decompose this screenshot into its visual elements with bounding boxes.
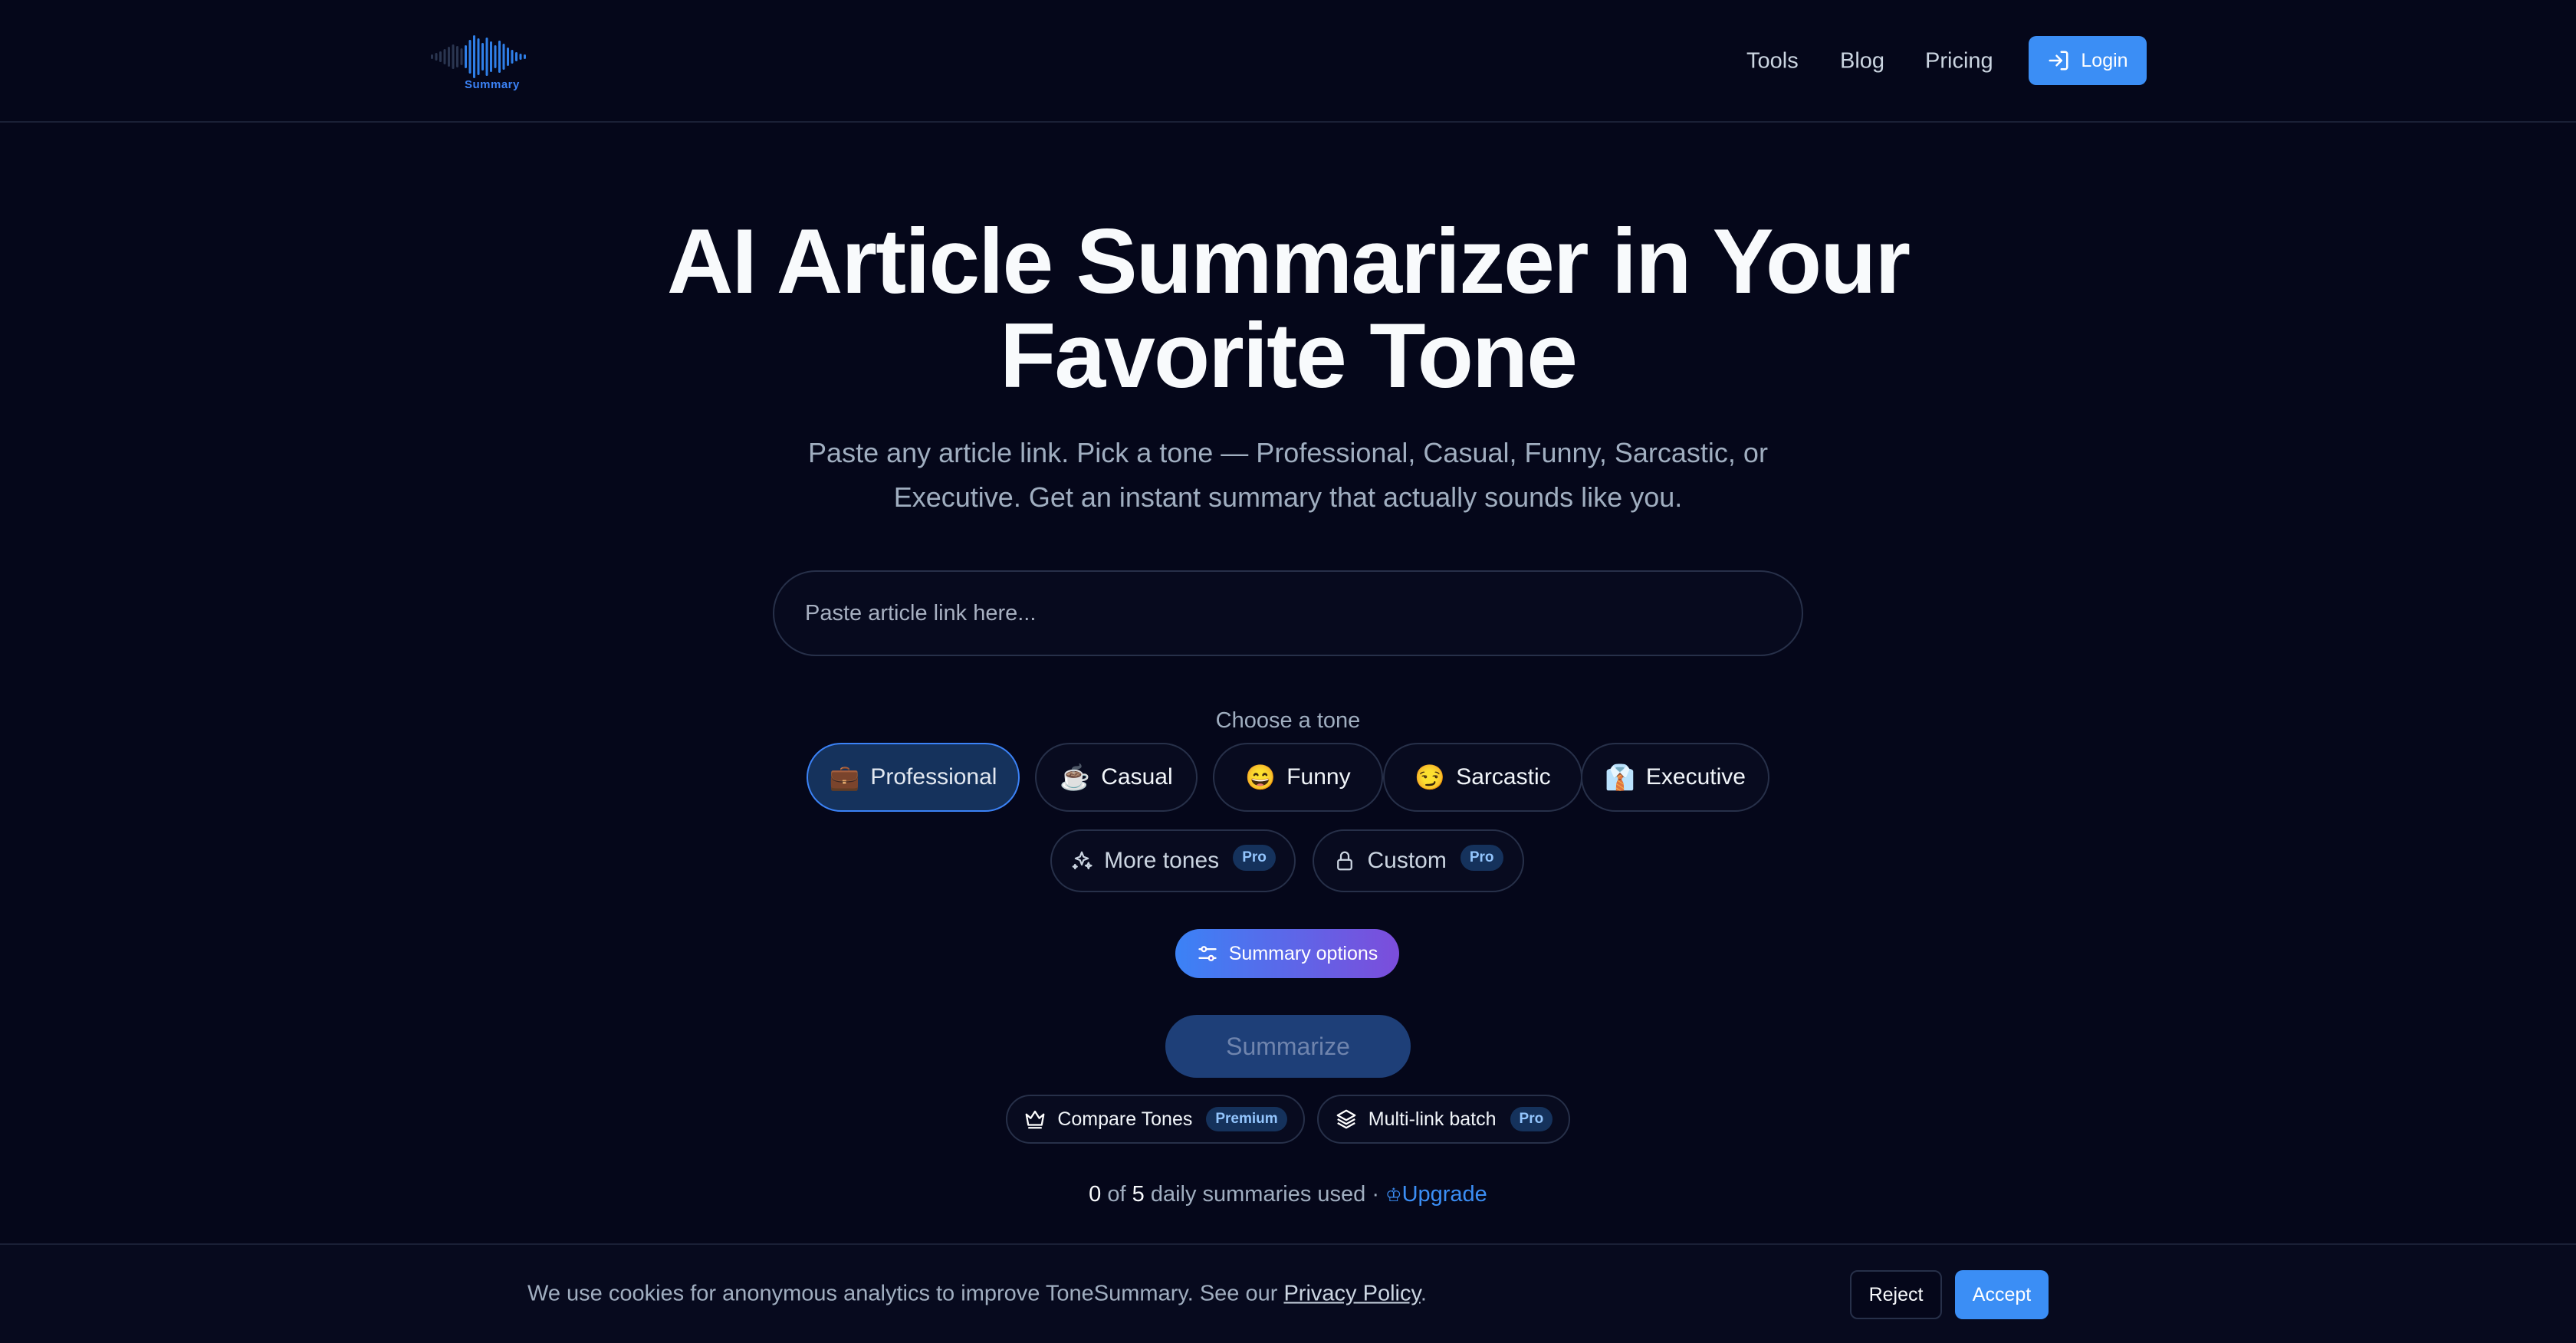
title-line-2: Favorite Tone	[1000, 304, 1578, 407]
premium-badge: Premium	[1206, 1107, 1287, 1131]
sliders-icon	[1198, 946, 1217, 961]
logo-wave-bar	[452, 44, 455, 69]
usage-of: of	[1101, 1182, 1132, 1207]
tone-label: Casual	[1101, 764, 1173, 790]
title-line-1: AI Article Summarizer in Your	[666, 210, 1911, 313]
tone-casual-button[interactable]: ☕ Casual	[1035, 743, 1198, 812]
page-subtitle: Paste any article link. Pick a tone — Pr…	[790, 431, 1786, 520]
tone-executive-button[interactable]: 👔 Executive	[1581, 743, 1769, 812]
cookie-text: We use cookies for anonymous analytics t…	[527, 1281, 1284, 1306]
logo-wave-bar	[511, 50, 514, 64]
pro-badge: Pro	[1460, 845, 1503, 871]
subtitle-line-1: Paste any article link. Pick a tone — Pr…	[808, 437, 1768, 468]
logo-wave-bar	[507, 48, 509, 66]
logo-wave-bar	[515, 52, 518, 61]
logo-wave-bar	[485, 38, 488, 76]
more-tones-button[interactable]: More tones Pro	[1050, 829, 1296, 892]
tone-professional-button[interactable]: 💼 Professional	[807, 743, 1020, 812]
compare-tones-button[interactable]: Compare Tones Premium	[1006, 1095, 1305, 1144]
logo-caption: Summary	[465, 78, 520, 91]
usage-suffix: daily summaries used ·	[1144, 1182, 1386, 1207]
article-link-input[interactable]	[773, 570, 1803, 656]
nav-link-pricing[interactable]: Pricing	[1925, 49, 1993, 74]
logo-wave-bar	[481, 43, 484, 71]
multi-link-batch-label: Multi-link batch	[1368, 1108, 1497, 1130]
custom-tone-button[interactable]: Custom Pro	[1313, 829, 1524, 892]
login-arrow-icon	[2049, 51, 2068, 71]
logo-wave-bar	[502, 44, 505, 70]
cookie-period: .	[1420, 1281, 1427, 1306]
more-tones-label: More tones	[1104, 848, 1220, 873]
briefcase-icon: 💼	[829, 763, 860, 791]
tone-funny-button[interactable]: 😄 Funny	[1213, 743, 1383, 812]
usage-used: 0	[1089, 1182, 1102, 1207]
login-label: Login	[2081, 49, 2128, 71]
logo-wave-bar	[519, 54, 522, 60]
tone-label: Executive	[1645, 764, 1746, 790]
subtitle-line-2: Executive. Get an instant summary that a…	[893, 481, 1683, 513]
compare-tones-label: Compare Tones	[1057, 1108, 1193, 1130]
upgrade-label: Upgrade	[1401, 1182, 1487, 1207]
grinning-face-icon: 😄	[1245, 763, 1276, 791]
tone-sarcastic-button[interactable]: 😏 Sarcastic	[1383, 743, 1582, 812]
cookie-banner: We use cookies for anonymous analytics t…	[0, 1243, 2576, 1343]
choose-tone-label: Choose a tone	[1215, 708, 1361, 733]
tone-label: Sarcastic	[1456, 764, 1551, 790]
lock-icon	[1337, 851, 1353, 871]
logo-wave-bar	[435, 53, 438, 61]
logo-wave-bar	[431, 54, 433, 59]
site-header: Summary Tools Blog Pricing Login	[0, 0, 2576, 123]
nav-link-blog[interactable]: Blog	[1840, 49, 1884, 74]
tone-label: Professional	[870, 764, 997, 790]
multi-link-batch-button[interactable]: Multi-link batch Pro	[1317, 1095, 1570, 1144]
logo-wave-bar	[443, 49, 446, 64]
reject-button[interactable]: Reject	[1850, 1270, 1942, 1319]
coffee-icon: ☕	[1060, 763, 1091, 791]
necktie-icon: 👔	[1605, 763, 1635, 791]
logo-wave-bar	[456, 46, 458, 67]
usage-counter: 0 of 5 daily summaries used · ♔Upgrade	[981, 1182, 1595, 1207]
layers-icon	[1336, 1109, 1356, 1129]
pro-badge: Pro	[1510, 1107, 1553, 1131]
summary-options-button[interactable]: Summary options	[1175, 929, 1399, 978]
nav-link-tools[interactable]: Tools	[1746, 49, 1799, 74]
sparkles-icon	[1072, 851, 1092, 870]
logo-wave-bar	[465, 45, 467, 68]
logo-wave-bar	[477, 38, 480, 75]
logo-wave-bar	[439, 51, 442, 62]
page-title: AI Article Summarizer in Your Favorite T…	[368, 215, 2208, 403]
login-button[interactable]: Login	[2029, 36, 2147, 85]
pro-badge: Pro	[1233, 845, 1276, 871]
logo-wave-bar	[460, 48, 463, 65]
logo-wave-bar	[473, 35, 475, 78]
logo-wave-bar	[448, 47, 450, 67]
cookie-message: We use cookies for anonymous analytics t…	[527, 1282, 1427, 1307]
logo-wave-bar	[494, 45, 497, 68]
logo-wave-bar	[490, 41, 492, 72]
crown-icon: ♔	[1385, 1185, 1402, 1206]
logo-wave-bar	[468, 40, 472, 74]
tone-label: Funny	[1286, 764, 1351, 790]
summary-options-label: Summary options	[1228, 942, 1378, 964]
usage-limit: 5	[1132, 1182, 1145, 1207]
crown-icon	[1025, 1110, 1045, 1129]
upgrade-link[interactable]: ♔Upgrade	[1385, 1182, 1487, 1207]
accept-button[interactable]: Accept	[1955, 1270, 2049, 1319]
logo-wave-bar	[524, 54, 526, 59]
smirking-face-icon: 😏	[1414, 763, 1446, 791]
summarize-button[interactable]: Summarize	[1165, 1015, 1411, 1078]
logo-wave-bar	[498, 41, 501, 73]
custom-label: Custom	[1367, 848, 1447, 873]
privacy-policy-link[interactable]: Privacy Policy	[1283, 1282, 1420, 1306]
